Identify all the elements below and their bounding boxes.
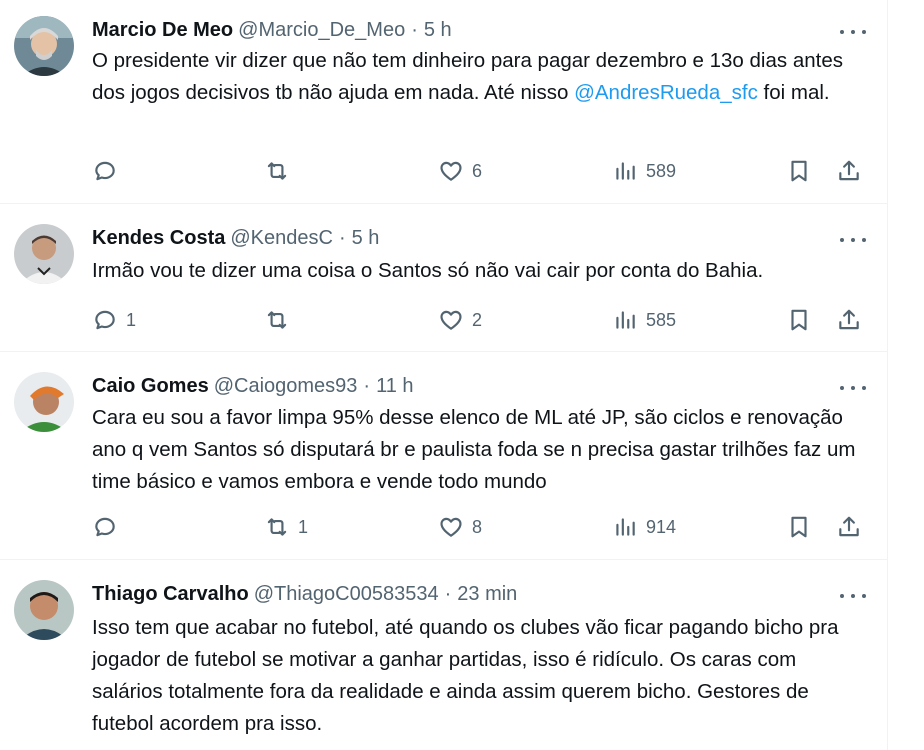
share-button[interactable] — [836, 304, 862, 336]
tweet-card[interactable]: Marcio De Meo @Marcio_De_Meo · 5 h O pre… — [0, 0, 888, 204]
timestamp[interactable]: 23 min — [457, 583, 517, 606]
avatar[interactable] — [14, 224, 74, 284]
avatar[interactable] — [14, 372, 74, 432]
author-handle[interactable]: @Caiogomes93 — [214, 375, 358, 398]
views-button[interactable]: 589 — [612, 155, 676, 187]
tweet-text: O presidente vir dizer que não tem dinhe… — [92, 45, 867, 109]
like-count: 8 — [472, 516, 483, 537]
tweet-header: Marcio De Meo @Marcio_De_Meo · 5 h — [92, 16, 452, 44]
reply-feed: Marcio De Meo @Marcio_De_Meo · 5 h O pre… — [0, 0, 888, 750]
heart-icon — [440, 161, 462, 181]
tweet-text-part: foi mal. — [757, 81, 830, 104]
tweet-card[interactable]: Caio Gomes @Caiogomes93 · 11 h Cara eu s… — [0, 352, 888, 560]
avatar[interactable] — [14, 16, 74, 76]
views-icon — [616, 518, 635, 536]
bookmark-button[interactable] — [786, 511, 812, 543]
separator-dot: · — [363, 374, 371, 397]
heart-icon — [440, 310, 462, 330]
reply-button[interactable]: 1 — [92, 304, 136, 336]
views-count: 914 — [646, 516, 677, 537]
more-icon[interactable] — [840, 232, 866, 248]
action-bar: 1 2 585 — [92, 304, 872, 336]
tweet-text: Isso tem que acabar no futebol, até quan… — [92, 612, 867, 740]
like-count: 2 — [472, 309, 483, 330]
views-icon — [616, 162, 635, 180]
tweet-header: Kendes Costa @KendesC · 5 h — [92, 224, 379, 252]
more-icon[interactable] — [840, 588, 866, 604]
retweet-icon — [267, 162, 287, 180]
reply-icon — [95, 517, 115, 537]
tweet-text-part: Isso tem que acabar no futebol, até quan… — [92, 616, 839, 735]
like-button[interactable]: 6 — [438, 155, 482, 187]
action-bar: 6 589 — [92, 155, 872, 187]
separator-dot: · — [444, 582, 452, 605]
author-name[interactable]: Caio Gomes — [92, 375, 209, 398]
bookmark-icon — [791, 516, 807, 538]
tweet-text-part: Irmão vou te dizer uma coisa o Santos só… — [92, 259, 764, 282]
bookmark-button[interactable] — [786, 304, 812, 336]
retweet-button[interactable] — [264, 155, 298, 187]
tweet-text: Irmão vou te dizer uma coisa o Santos só… — [92, 255, 867, 287]
views-count: 585 — [646, 309, 677, 330]
like-button[interactable]: 2 — [438, 304, 482, 336]
reply-button[interactable] — [92, 511, 126, 543]
views-button[interactable]: 585 — [612, 304, 676, 336]
retweet-button[interactable]: 1 — [264, 511, 308, 543]
heart-icon — [440, 517, 462, 537]
retweet-icon — [267, 518, 287, 536]
more-icon[interactable] — [840, 380, 866, 396]
bookmark-icon — [791, 309, 807, 331]
author-name[interactable]: Marcio De Meo — [92, 19, 233, 42]
share-icon — [839, 309, 859, 330]
reply-icon — [95, 161, 115, 181]
timestamp[interactable]: 11 h — [376, 375, 413, 398]
share-button[interactable] — [836, 511, 862, 543]
tweet-header: Caio Gomes @Caiogomes93 · 11 h — [92, 372, 414, 400]
reply-icon — [95, 310, 115, 330]
tweet-card[interactable]: Thiago Carvalho @ThiagoC00583534 · 23 mi… — [0, 560, 888, 750]
timestamp[interactable]: 5 h — [424, 19, 452, 42]
tweet-text: Cara eu sou a favor limpa 95% desse elen… — [92, 402, 867, 498]
timestamp[interactable]: 5 h — [352, 227, 380, 250]
author-handle[interactable]: @ThiagoC00583534 — [254, 583, 439, 606]
bookmark-button[interactable] — [786, 155, 812, 187]
author-name[interactable]: Kendes Costa — [92, 227, 225, 250]
reply-button[interactable] — [92, 155, 126, 187]
more-icon[interactable] — [840, 24, 866, 40]
views-button[interactable]: 914 — [612, 511, 676, 543]
reply-count: 1 — [126, 309, 137, 330]
like-button[interactable]: 8 — [438, 511, 482, 543]
mention-link[interactable]: @AndresRueda_sfc — [574, 81, 758, 104]
separator-dot: · — [411, 18, 418, 41]
retweet-icon — [267, 311, 287, 329]
author-handle[interactable]: @Marcio_De_Meo — [238, 19, 405, 42]
author-name[interactable]: Thiago Carvalho — [92, 583, 249, 606]
like-count: 6 — [472, 160, 483, 181]
share-icon — [839, 160, 859, 181]
action-bar: 1 8 914 — [92, 511, 872, 543]
views-icon — [616, 311, 635, 329]
views-count: 589 — [646, 160, 677, 181]
retweet-button[interactable] — [264, 304, 298, 336]
share-icon — [839, 516, 859, 537]
retweet-count: 1 — [298, 516, 309, 537]
tweet-text-part: Cara eu sou a favor limpa 95% desse elen… — [92, 406, 856, 493]
tweet-header: Thiago Carvalho @ThiagoC00583534 · 23 mi… — [92, 580, 517, 608]
author-handle[interactable]: @KendesC — [230, 227, 333, 250]
bookmark-icon — [791, 160, 807, 182]
separator-dot: · — [338, 226, 346, 249]
avatar[interactable] — [14, 580, 74, 640]
share-button[interactable] — [836, 155, 862, 187]
tweet-card[interactable]: Kendes Costa @KendesC · 5 h Irmão vou te… — [0, 204, 888, 352]
